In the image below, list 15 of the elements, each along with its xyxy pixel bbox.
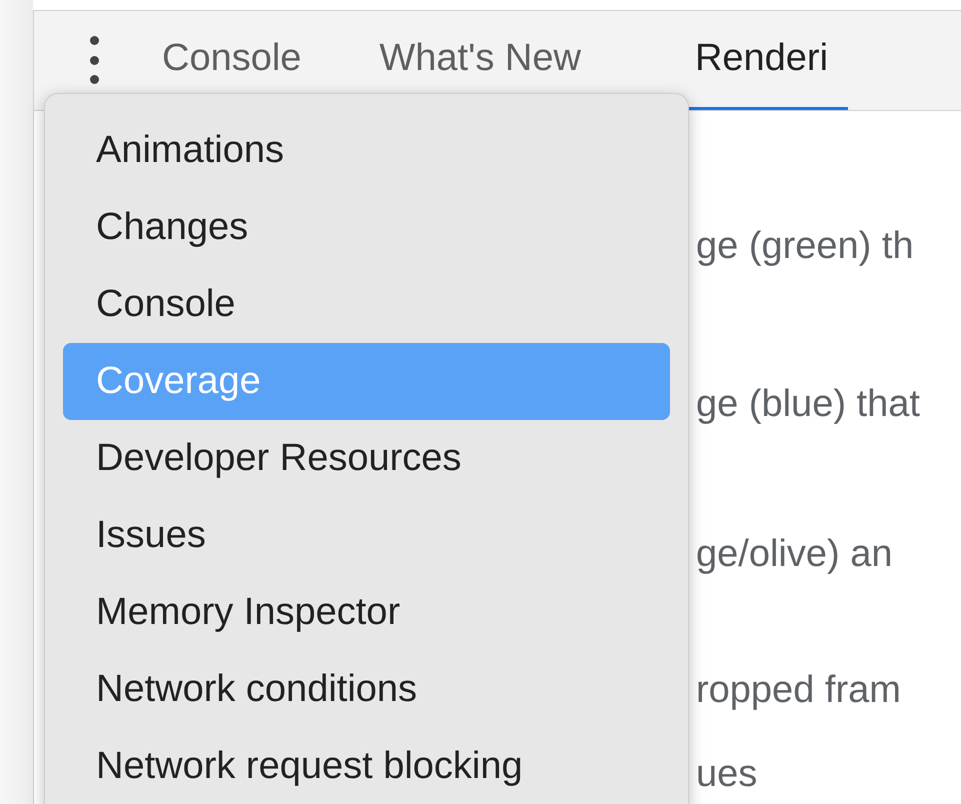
menu-item[interactable]: Console (63, 266, 670, 343)
menu-item[interactable]: Issues (63, 497, 670, 574)
description-text: ge/olive) an (696, 532, 894, 576)
menu-item[interactable]: Animations (63, 112, 670, 189)
description-text: ropped fram (696, 668, 902, 712)
tab[interactable]: Console (162, 10, 302, 110)
description-text: ues (696, 752, 758, 796)
description-text: ge (green) th (696, 224, 915, 268)
menu-item[interactable]: Network request blocking (63, 728, 670, 804)
menu-item[interactable]: Network conditions (63, 651, 670, 728)
description-text: ge (blue) that (696, 382, 921, 426)
menu-item[interactable]: Memory Inspector (63, 574, 670, 651)
menu-item[interactable]: Developer Resources (63, 420, 670, 497)
menu-item[interactable]: Changes (63, 189, 670, 266)
tab[interactable]: What's New (379, 10, 581, 110)
